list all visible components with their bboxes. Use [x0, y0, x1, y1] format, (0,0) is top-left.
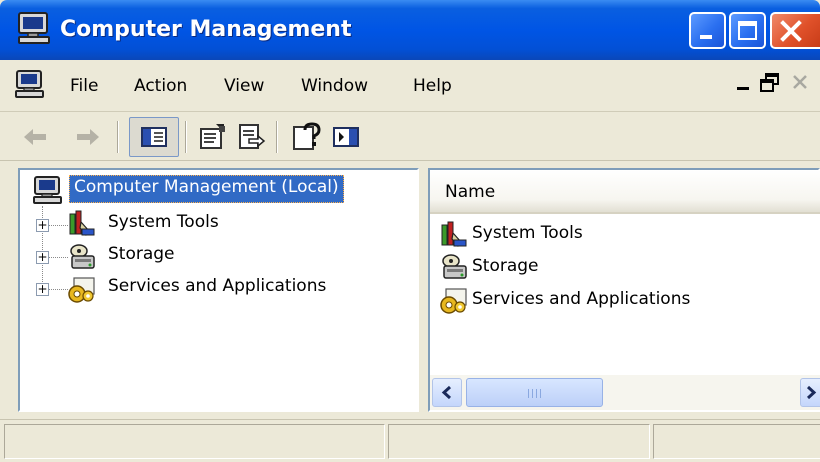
toolbar — [0, 113, 820, 161]
status-panel — [653, 424, 820, 459]
close-button[interactable] — [770, 12, 820, 49]
console-tree-pane[interactable]: Computer Management (Local) + System Too… — [18, 168, 419, 412]
expand-services-toggle[interactable]: + — [36, 283, 49, 296]
menu-help[interactable]: Help — [413, 76, 452, 96]
horizontal-scrollbar[interactable] — [430, 375, 820, 410]
system-tools-icon — [441, 221, 467, 247]
list-item-services-applications[interactable]: Services and Applications — [472, 289, 690, 309]
computer-icon — [18, 12, 50, 44]
details-pane[interactable]: Name System Tools Storage Services and A… — [428, 168, 820, 412]
storage-icon — [70, 244, 95, 269]
forward-arrow-icon[interactable] — [73, 122, 103, 152]
status-panel — [4, 424, 385, 459]
maximize-icon — [738, 21, 757, 40]
menu-file[interactable]: File — [70, 76, 98, 96]
help-icon[interactable] — [291, 122, 321, 152]
child-restore-icon[interactable] — [758, 71, 782, 95]
tree-node-services-applications[interactable]: Services and Applications — [108, 276, 326, 296]
show-hide-action-pane-icon[interactable] — [331, 122, 361, 152]
document-computer-icon[interactable] — [14, 68, 46, 100]
chevron-left-icon — [441, 385, 452, 400]
title-bar[interactable]: Computer Management — [0, 0, 820, 60]
tree-node-root[interactable]: Computer Management (Local) — [69, 175, 344, 203]
scroll-right-button[interactable] — [800, 378, 820, 407]
column-header-name[interactable]: Name — [430, 170, 820, 214]
close-icon — [780, 20, 802, 42]
menu-bar: File Action View Window Help — [0, 60, 820, 112]
scroll-thumb[interactable] — [466, 378, 603, 407]
list-item-system-tools[interactable]: System Tools — [472, 223, 583, 243]
status-panel — [388, 424, 650, 459]
window-title: Computer Management — [60, 17, 352, 42]
menu-view[interactable]: View — [224, 76, 264, 96]
computer-icon — [33, 176, 62, 204]
services-icon — [440, 288, 467, 314]
show-hide-console-tree-icon — [141, 127, 167, 147]
back-arrow-icon[interactable] — [20, 122, 50, 152]
storage-icon — [442, 254, 467, 279]
properties-icon[interactable] — [198, 122, 228, 152]
export-list-icon[interactable] — [236, 122, 266, 152]
chevron-right-icon — [806, 385, 817, 400]
expand-system-tools-toggle[interactable]: + — [36, 219, 49, 232]
status-bar — [0, 419, 820, 462]
menu-window[interactable]: Window — [301, 76, 368, 96]
child-minimize-icon[interactable] — [733, 71, 757, 95]
services-icon — [68, 277, 95, 303]
maximize-button[interactable] — [729, 12, 766, 49]
toolbar-separator — [276, 121, 278, 153]
system-tools-icon — [69, 210, 95, 236]
child-close-icon[interactable] — [789, 71, 813, 95]
tree-node-system-tools[interactable]: System Tools — [108, 212, 219, 232]
tree-node-storage[interactable]: Storage — [108, 244, 175, 264]
menu-action[interactable]: Action — [134, 76, 187, 96]
scroll-left-button[interactable] — [432, 378, 462, 407]
column-header-label: Name — [445, 182, 496, 202]
grip-icon — [528, 389, 541, 398]
toolbar-separator — [117, 121, 119, 153]
expand-storage-toggle[interactable]: + — [36, 251, 49, 264]
minimize-icon — [700, 35, 712, 39]
list-item-storage[interactable]: Storage — [472, 256, 539, 276]
toolbar-separator — [185, 121, 187, 153]
minimize-button[interactable] — [689, 12, 726, 49]
